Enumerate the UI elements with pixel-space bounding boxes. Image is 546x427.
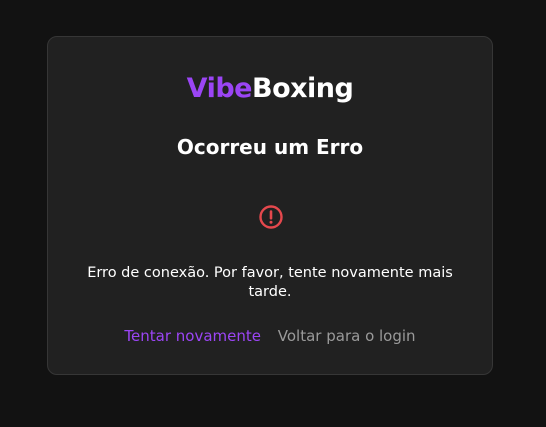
- error-message: Erro de conexão. Por favor, tente novame…: [87, 265, 453, 300]
- logo-part-boxing: Boxing: [251, 73, 354, 104]
- error-circle-icon: [259, 205, 283, 229]
- error-title: Ocorreu um Erro: [176, 135, 364, 159]
- back-to-login-link[interactable]: Voltar para o login: [278, 326, 416, 346]
- error-actions: Tentar novamente Voltar para o login: [48, 326, 492, 346]
- app-logo: VibeBoxing: [48, 72, 492, 106]
- error-card: VibeBoxing Ocorreu um Erro Erro de conex…: [47, 36, 493, 375]
- logo-part-vibe: Vibe: [186, 73, 253, 104]
- retry-link[interactable]: Tentar novamente: [124, 326, 261, 346]
